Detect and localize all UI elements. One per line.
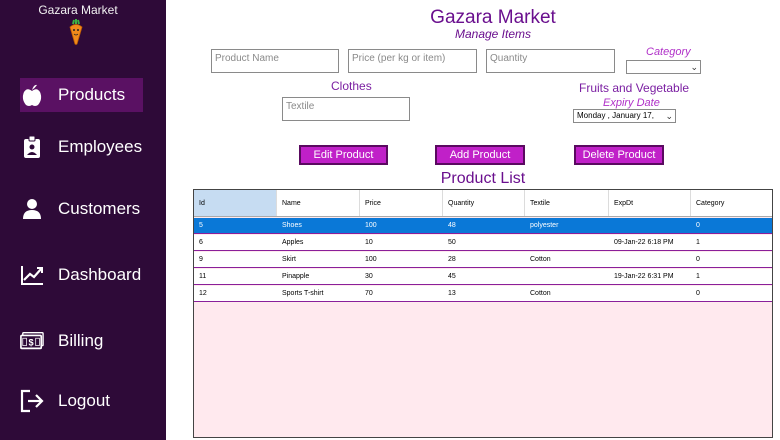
- table-cell: 0: [696, 222, 700, 229]
- sidebar-item-label: Dashboard: [58, 265, 142, 284]
- table-cell: 13: [448, 290, 456, 297]
- sidebar-item-employees[interactable]: Employees: [20, 130, 143, 164]
- table-row[interactable]: 5 Shoes 100 48 polyester 0: [194, 218, 772, 234]
- svg-text:$: $: [29, 338, 34, 348]
- table-row[interactable]: 9 Skirt 100 28 Cotton 0: [194, 252, 772, 268]
- chevron-down-icon: ⌄: [690, 62, 698, 72]
- delete-product-button[interactable]: Delete Product: [574, 145, 664, 165]
- table-cell: Pinapple: [282, 273, 310, 280]
- table-cell: 0: [696, 256, 700, 263]
- sidebar-item-dashboard[interactable]: Dashboard: [20, 258, 143, 292]
- sidebar-item-label: Employees: [58, 137, 143, 156]
- user-icon: [20, 197, 44, 221]
- column-header-category[interactable]: Category: [691, 190, 772, 216]
- table-cell: 1: [696, 239, 700, 246]
- edit-product-button[interactable]: Edit Product: [299, 145, 388, 165]
- table-cell: 19-Jan-22 6:31 PM: [614, 273, 674, 280]
- sidebar-item-label: Logout: [58, 391, 110, 410]
- column-header-price[interactable]: Price: [360, 190, 443, 216]
- table-cell: Sports T-shirt: [282, 290, 324, 297]
- sidebar-item-products[interactable]: Products: [20, 78, 143, 112]
- table-cell: 11: [199, 273, 207, 280]
- table-cell: Skirt: [282, 256, 296, 263]
- money-icon: $: [20, 329, 44, 353]
- table-cell: 50: [448, 239, 456, 246]
- table-cell: 100: [365, 256, 377, 263]
- table-cell: [609, 218, 619, 234]
- table-cell: 48: [448, 222, 456, 229]
- table-cell: [525, 269, 535, 285]
- table-cell: [525, 235, 535, 251]
- product-table[interactable]: Id Name Price Quantity Textile ExpDt Cat…: [193, 189, 773, 438]
- chevron-down-icon: ⌄: [665, 111, 673, 121]
- table-cell: Shoes: [282, 222, 302, 229]
- sidebar-item-label: Products: [58, 85, 126, 104]
- table-cell: 30: [365, 273, 373, 280]
- table-cell: Apples: [282, 239, 304, 246]
- table-cell: 5: [199, 222, 203, 229]
- column-header-expdt[interactable]: ExpDt: [609, 190, 691, 216]
- add-product-button[interactable]: Add Product: [435, 145, 525, 165]
- table-cell: [609, 286, 619, 302]
- fruits-vegetable-label: Fruits and Vegetable: [579, 81, 690, 95]
- table-cell: 09-Jan-22 6:18 PM: [614, 239, 674, 246]
- product-list-title: Product List: [440, 170, 526, 187]
- brand-name: Gazara Market: [38, 3, 118, 17]
- clothes-label: Clothes: [331, 79, 372, 93]
- page-subtitle: Manage Items: [454, 27, 532, 41]
- column-header-name[interactable]: Name: [277, 190, 360, 216]
- category-select[interactable]: ⌄: [626, 60, 701, 74]
- table-cell: 70: [365, 290, 373, 297]
- table-cell: 12: [199, 290, 207, 297]
- column-header-quantity[interactable]: Quantity: [443, 190, 525, 216]
- app-window: Gazara Market Products Employees Custome…: [0, 0, 780, 440]
- sidebar-item-logout[interactable]: Logout: [20, 384, 143, 418]
- table-cell: 0: [696, 290, 700, 297]
- sidebar-item-customers[interactable]: Customers: [20, 192, 143, 226]
- page-title: Gazara Market: [430, 7, 556, 28]
- table-cell: 45: [448, 273, 456, 280]
- table-row[interactable]: 11 Pinapple 30 45 19-Jan-22 6:31 PM 1: [194, 269, 772, 285]
- sidebar: Gazara Market Products Employees Custome…: [0, 0, 166, 440]
- table-cell: polyester: [530, 222, 559, 229]
- table-cell: 9: [199, 256, 203, 263]
- table-cell: 28: [448, 256, 456, 263]
- table-cell: Cotton: [530, 256, 551, 263]
- quantity-field[interactable]: Quantity: [486, 49, 615, 73]
- table-cell: 100: [365, 222, 377, 229]
- expiry-date-picker[interactable]: Monday , January 17, ⌄: [573, 109, 676, 123]
- sidebar-item-label: Customers: [58, 199, 141, 218]
- sidebar-item-label: Billing: [58, 331, 104, 350]
- column-header-textile[interactable]: Textile: [525, 190, 609, 216]
- table-cell: 1: [696, 273, 700, 280]
- table-cell: Cotton: [530, 290, 551, 297]
- id-badge-icon: [20, 135, 44, 159]
- category-label: Category: [646, 46, 691, 58]
- table-cell: 10: [365, 239, 373, 246]
- sidebar-item-billing[interactable]: $ Billing: [20, 324, 143, 358]
- textile-field[interactable]: Textile: [282, 97, 410, 121]
- product-name-field[interactable]: Product Name: [211, 49, 339, 73]
- carrot-logo-icon: [69, 19, 83, 45]
- chart-trend-icon: [20, 263, 44, 287]
- table-cell: 6: [199, 239, 203, 246]
- table-row[interactable]: 12 Sports T-shirt 70 13 Cotton 0: [194, 286, 772, 302]
- main-panel: Gazara Market Manage Items Product Name …: [166, 0, 780, 440]
- price-field[interactable]: Price (per kg or item): [348, 49, 477, 73]
- table-header: Id Name Price Quantity Textile ExpDt Cat…: [194, 190, 772, 217]
- table-cell: [609, 252, 619, 268]
- table-row[interactable]: 6 Apples 10 50 09-Jan-22 6:18 PM 1: [194, 235, 772, 251]
- column-header-id[interactable]: Id: [194, 190, 277, 216]
- expiry-date-value: Monday , January 17,: [577, 111, 654, 120]
- apple-icon: [20, 83, 44, 107]
- logout-icon: [20, 389, 44, 413]
- expiry-date-label: Expiry Date: [603, 97, 660, 109]
